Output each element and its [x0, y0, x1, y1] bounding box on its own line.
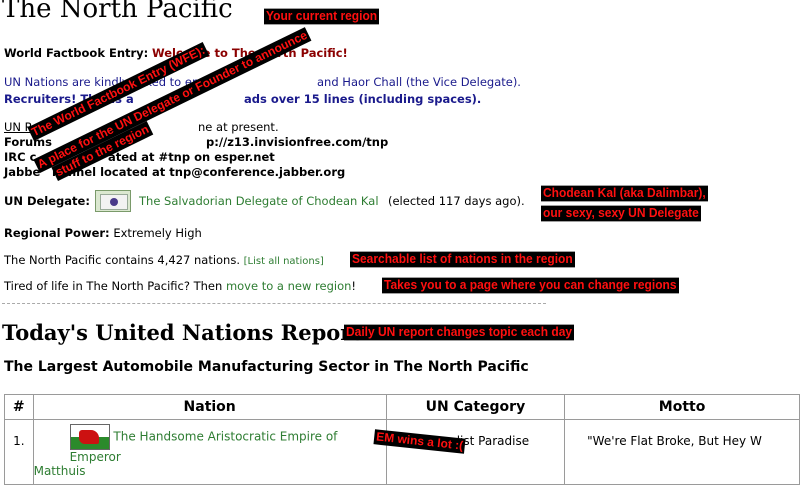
row-motto: "We're Flat Broke, But Hey W: [564, 419, 800, 485]
note-chodean-b: our sexy, sexy UN Delegate: [541, 205, 701, 222]
note-daily: Daily UN report changes topic each day: [344, 324, 575, 341]
jabber-label: Jabbe: [4, 165, 41, 179]
wfe-label: World Factbook Entry:: [4, 46, 149, 60]
irc-label: IRC c: [4, 150, 37, 164]
delegate-elected: (elected 117 days ago).: [388, 194, 525, 208]
note-searchable: Searchable list of nations in the region: [350, 251, 575, 268]
wfe-recruiters-b: ads over 15 lines (including spaces).: [244, 92, 482, 106]
contains-text: The North Pacific contains 4,427 nations…: [4, 253, 240, 267]
power-line: Regional Power: Extremely High: [4, 226, 202, 240]
col-nation: Nation: [32, 394, 387, 420]
forum-url[interactable]: p://z13.invisionfree.com/tnp: [206, 135, 388, 149]
row-rank: 1.: [4, 419, 34, 485]
move-region-link[interactable]: move to a new region: [226, 279, 351, 293]
note-current-region: Your current region: [264, 8, 380, 25]
col-rank: #: [4, 394, 34, 420]
divider: [2, 303, 546, 304]
nation-flag-icon[interactable]: [69, 424, 110, 450]
flag-icon: [100, 194, 128, 210]
power-label: Regional Power:: [4, 226, 110, 240]
tired-text: Tired of life in The North Pacific? Then: [4, 279, 223, 293]
exclaim: !: [351, 279, 357, 293]
nation-link-b[interactable]: Matthuis: [34, 464, 86, 478]
nation-link-a[interactable]: The Handsome Aristocratic Empire of Empe…: [70, 430, 338, 465]
wfe-un-text: UN Nations are kindly asked to end: [4, 75, 207, 89]
wfe-un-r-tail: ne at present.: [198, 120, 279, 134]
table-header-row: # Nation UN Category Motto: [4, 394, 800, 420]
irc-text: ated at #tnp on esper.net: [108, 150, 275, 164]
row-category: list Paradise: [385, 419, 566, 485]
col-motto: Motto: [564, 394, 800, 420]
list-all-nations-link[interactable]: [List all nations]: [244, 256, 324, 267]
report-subheading: The Largest Automobile Manufacturing Sec…: [4, 359, 529, 375]
wfe-un-line: UN Nations are kindly asked to end: [4, 75, 207, 89]
row-nation: The Handsome Aristocratic Empire of Empe…: [32, 419, 387, 485]
col-category: UN Category: [385, 394, 566, 420]
tired-line: Tired of life in The North Pacific? Then…: [4, 279, 356, 293]
wfe-un-tail: and Haor Chall (the Vice Delegate).: [317, 75, 521, 89]
delegate-link[interactable]: The Salvadorian Delegate of Chodean Kal: [139, 194, 379, 208]
jabber-text: hannel located at tnp@conference.jabber.…: [52, 165, 346, 179]
power-value: Extremely High: [113, 226, 202, 240]
region-title: The North Pacific: [2, 0, 233, 24]
report-heading: Today's United Nations Report: [2, 320, 362, 345]
delegate-label: UN Delegate:: [4, 194, 90, 208]
contains-line: The North Pacific contains 4,427 nations…: [4, 253, 324, 267]
note-chodean-a: Chodean Kal (aka Dalimbar),: [541, 185, 708, 202]
note-takes-you: Takes you to a page where you can change…: [382, 277, 679, 294]
delegate-flag[interactable]: [95, 190, 131, 212]
table-row: 1. The Handsome Aristocratic Empire of E…: [4, 419, 800, 485]
forum-label: Forums: [4, 135, 52, 149]
